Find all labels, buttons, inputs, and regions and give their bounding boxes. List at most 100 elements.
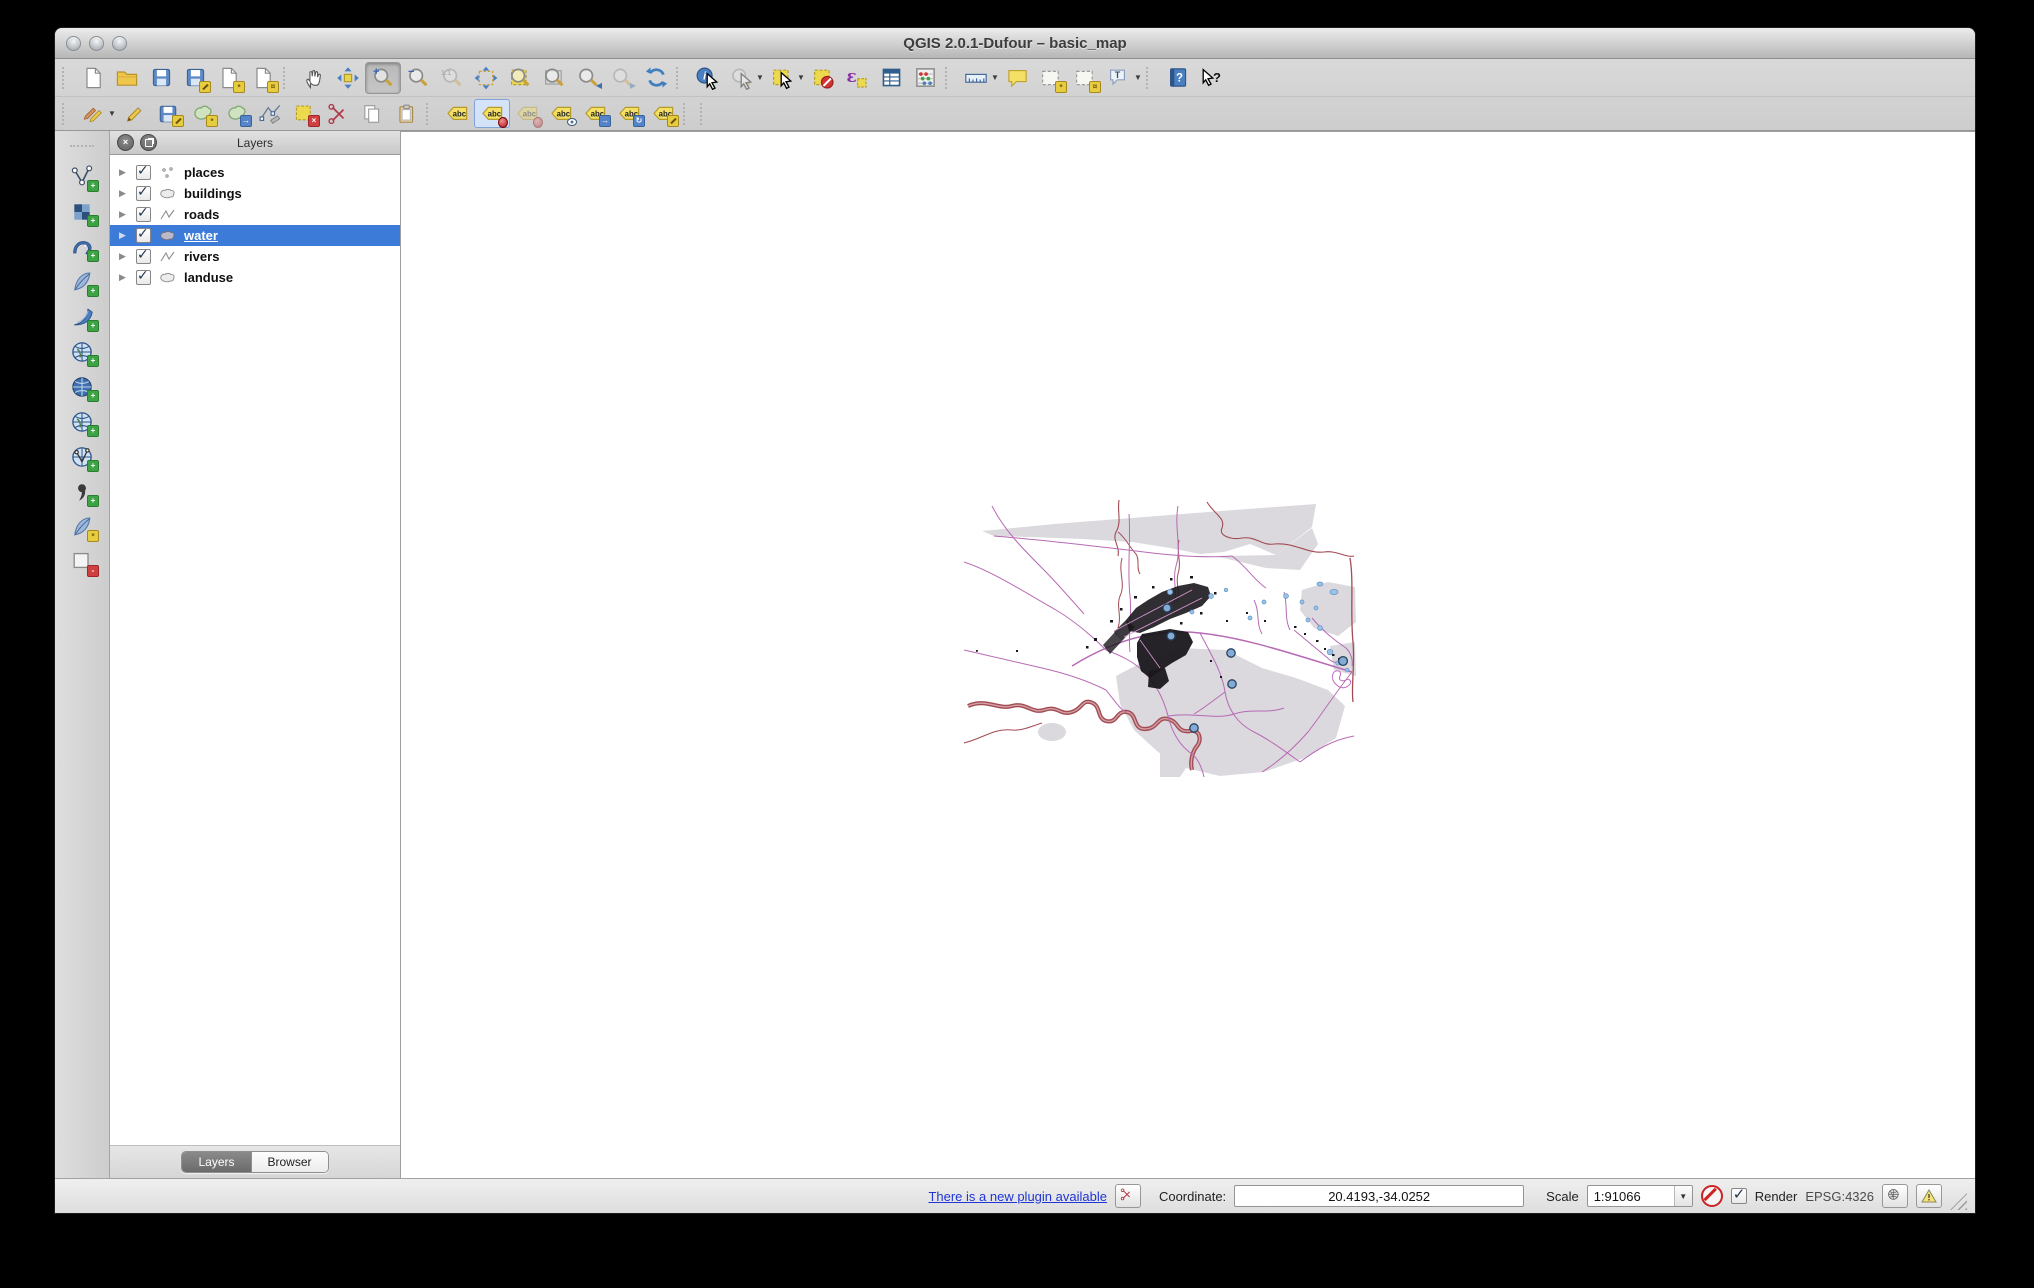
add-delimited-text-layer-button[interactable] (64, 477, 100, 507)
paste-features-button[interactable] (389, 100, 423, 127)
move-label-button[interactable] (578, 100, 612, 127)
map-tips-button[interactable] (1000, 63, 1034, 93)
coordinate-input[interactable] (1234, 1185, 1524, 1207)
layer-checkbox[interactable] (136, 270, 151, 285)
tab-browser[interactable]: Browser (252, 1152, 328, 1172)
zoom-out-button[interactable]: − (401, 63, 435, 93)
help-contents-button[interactable] (1160, 63, 1194, 93)
zoom-to-selection-button[interactable] (503, 63, 537, 93)
add-spatialite-layer-button[interactable] (64, 267, 100, 297)
plugin-button[interactable] (1115, 1184, 1141, 1208)
new-bookmark-button[interactable] (1034, 63, 1068, 93)
crs-button[interactable] (1882, 1184, 1908, 1208)
messages-button[interactable] (1916, 1184, 1942, 1208)
layer-row-places[interactable]: places (110, 162, 400, 183)
save-project-button[interactable] (144, 63, 178, 93)
highlight-pinned-labels-button[interactable] (510, 100, 544, 127)
layer-checkbox[interactable] (136, 207, 151, 222)
refresh-button[interactable] (639, 63, 673, 93)
open-project-button[interactable] (110, 63, 144, 93)
add-postgis-layer-button[interactable] (64, 232, 100, 262)
layer-checkbox[interactable] (136, 228, 151, 243)
rotate-label-button[interactable] (612, 100, 646, 127)
toolbar-drag-handle[interactable] (700, 103, 711, 125)
layer-row-roads[interactable]: roads (110, 204, 400, 225)
zoom-in-button[interactable]: + (365, 62, 401, 94)
zoom-next-button[interactable]: ▶ (605, 63, 639, 93)
deselect-features-button[interactable] (806, 63, 840, 93)
zoom-to-layer-button[interactable] (537, 63, 571, 93)
map-view[interactable] (964, 500, 1360, 778)
add-wms-layer-button[interactable] (64, 372, 100, 402)
text-annotation-button[interactable] (1102, 63, 1136, 93)
show-hide-labels-button[interactable] (544, 100, 578, 127)
expand-triangle-icon[interactable] (119, 188, 131, 199)
expand-triangle-icon[interactable] (119, 167, 131, 178)
toolbar-drag-handle[interactable] (70, 145, 94, 155)
toolbar-drag-handle[interactable] (283, 67, 294, 89)
identify-button[interactable] (690, 63, 724, 93)
toolbar-drag-handle[interactable] (683, 103, 694, 125)
pin-label-button[interactable] (474, 99, 510, 128)
toolbar-drag-handle[interactable] (62, 103, 73, 125)
node-tool-button[interactable] (253, 100, 287, 127)
layer-row-buildings[interactable]: buildings (110, 183, 400, 204)
layer-row-rivers[interactable]: rivers (110, 246, 400, 267)
title-bar[interactable]: QGIS 2.0.1-Dufour – basic_map (55, 28, 1975, 59)
show-bookmarks-button[interactable] (1068, 63, 1102, 93)
layer-checkbox[interactable] (136, 249, 151, 264)
field-calculator-button[interactable] (908, 63, 942, 93)
expand-triangle-icon[interactable] (119, 251, 131, 262)
panel-float-button[interactable] (140, 134, 157, 151)
add-wcs-layer-button[interactable] (64, 407, 100, 437)
toolbar-drag-handle[interactable] (676, 67, 687, 89)
select-features-button[interactable] (765, 63, 799, 93)
layer-checkbox[interactable] (136, 165, 151, 180)
pan-map-button[interactable] (297, 63, 331, 93)
label-button[interactable] (440, 100, 474, 127)
add-vector-layer-button[interactable] (64, 162, 100, 192)
remove-layer-button[interactable] (64, 547, 100, 577)
layer-row-water[interactable]: water (110, 225, 400, 246)
resize-grip[interactable] (1950, 1193, 1967, 1210)
zoom-window-button[interactable] (112, 36, 127, 51)
map-canvas[interactable] (401, 131, 1975, 1178)
toolbar-drag-handle[interactable] (62, 67, 73, 89)
delete-selected-button[interactable] (287, 100, 321, 127)
panel-close-button[interactable] (117, 134, 134, 151)
add-feature-button[interactable] (185, 100, 219, 127)
layer-checkbox[interactable] (136, 186, 151, 201)
scale-combo[interactable]: 1:91066 ▼ (1587, 1185, 1693, 1207)
toolbar-drag-handle[interactable] (426, 103, 437, 125)
composer-manager-button[interactable] (246, 63, 280, 93)
expand-triangle-icon[interactable] (119, 209, 131, 220)
toggle-editing-button[interactable] (117, 100, 151, 127)
zoom-full-button[interactable] (469, 63, 503, 93)
stop-rendering-icon[interactable] (1701, 1185, 1723, 1207)
zoom-last-button[interactable]: ◀ (571, 63, 605, 93)
whats-this-button[interactable]: ? (1194, 63, 1228, 93)
select-by-expression-button[interactable] (840, 63, 874, 93)
add-wfs-layer-button[interactable] (64, 442, 100, 472)
zoom-native-button[interactable]: 1:1 (435, 63, 469, 93)
attribute-table-button[interactable] (874, 63, 908, 93)
new-composer-button[interactable] (212, 63, 246, 93)
toolbar-drag-handle[interactable] (945, 67, 956, 89)
save-project-as-button[interactable] (178, 63, 212, 93)
minimize-window-button[interactable] (89, 36, 104, 51)
chevron-down-icon[interactable]: ▼ (1674, 1186, 1692, 1206)
add-raster-layer-button[interactable] (64, 197, 100, 227)
run-feature-action-button[interactable] (724, 63, 758, 93)
expand-triangle-icon[interactable] (119, 272, 131, 283)
layers-panel-titlebar[interactable]: Layers (110, 131, 400, 155)
add-oracle-layer-button[interactable] (64, 337, 100, 367)
pan-to-selection-button[interactable] (331, 63, 365, 93)
move-feature-button[interactable] (219, 100, 253, 127)
measure-button[interactable] (959, 63, 993, 93)
save-edits-button[interactable] (151, 100, 185, 127)
add-mssql-layer-button[interactable] (64, 302, 100, 332)
layer-row-landuse[interactable]: landuse (110, 267, 400, 288)
cut-features-button[interactable] (321, 100, 355, 127)
new-spatialite-layer-button[interactable] (64, 512, 100, 542)
copy-features-button[interactable] (355, 100, 389, 127)
